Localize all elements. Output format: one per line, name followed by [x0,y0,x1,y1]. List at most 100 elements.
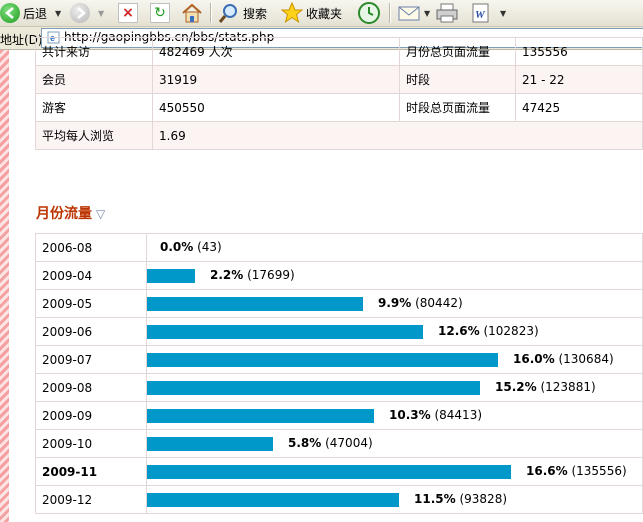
section-title[interactable]: 月份流量 ▽ [36,203,105,223]
bar-count: (102823) [483,324,539,338]
bar-percent: 10.3% [389,408,431,422]
bar-data-label: 2.2% (17699) [210,268,295,282]
forward-dropdown-icon[interactable]: ▼ [98,9,104,18]
star-icon [281,2,303,24]
back-button[interactable]: 后退 ▼ [0,0,61,26]
table-row: 2009-05 9.9% (80442) [35,289,643,318]
table-row: 平均每人浏览 1.69 [35,121,643,150]
month-label: 2009-11 [35,457,147,486]
collapse-triangle-icon[interactable]: ▽ [96,207,105,221]
traffic-bar [147,269,195,283]
bar-percent: 0.0% [160,240,194,254]
printer-icon [436,3,458,23]
bar-count: (135556) [571,464,627,478]
table-row: 会员 31919 时段 21 - 22 [35,65,643,94]
stats-value: 21 - 22 [515,65,643,94]
table-row: 2009-07 16.0% (130684) [35,345,643,374]
history-icon [358,2,380,24]
bar-percent: 11.5% [414,492,456,506]
bar-cell: 15.2% (123881) [146,373,643,402]
month-label: 2009-09 [35,401,147,430]
favorites-button[interactable]: 收藏夹 [281,0,342,26]
bar-data-label: 10.3% (84413) [389,408,482,422]
bar-data-label: 12.6% (102823) [438,324,539,338]
stats-key: 游客 [35,93,153,122]
bar-data-label: 5.8% (47004) [288,436,373,450]
bar-count: (80442) [415,296,463,310]
edit-dropdown-icon[interactable]: ▼ [500,9,506,18]
edit-button[interactable]: W ▼ [470,0,506,26]
bar-cell: 10.3% (84413) [146,401,643,430]
stats-key: 时段总页面流量 [399,93,516,122]
forward-button[interactable]: ▼ [70,0,104,26]
stats-value: 47425 [515,93,643,122]
stats-key: 时段 [399,65,516,94]
mail-dropdown-icon[interactable]: ▼ [424,9,430,18]
stats-key: 会员 [35,65,153,94]
table-row: 2009-04 2.2% (17699) [35,261,643,290]
print-button[interactable] [435,0,459,26]
stop-button[interactable]: × [118,0,138,26]
back-dropdown-icon[interactable]: ▼ [55,9,61,18]
bar-data-label: 16.0% (130684) [513,352,614,366]
refresh-button[interactable]: ↻ [150,0,170,26]
mail-icon [398,6,420,21]
page-content: 共计来访 482469 人次 月份总页面流量 135556 会员 31919 时… [0,37,643,522]
search-label: 搜索 [243,6,268,21]
traffic-bar [147,493,399,507]
bar-count: (93828) [459,492,508,506]
monthly-traffic-table: 2006-08 0.0% (43) 2009-04 2.2% (17699) 2009-… [35,233,643,514]
history-button[interactable] [357,0,381,26]
browser-toolbar: 后退 ▼ ▼ × ↻ 搜索 收藏夹 ▼ W ▼ [0,0,643,27]
bar-cell: 0.0% (43) [146,233,643,262]
month-label: 2009-08 [35,373,147,402]
favorites-label: 收藏夹 [306,6,343,21]
bar-cell: 5.8% (47004) [146,429,643,458]
stats-value: 31919 [152,65,400,94]
bar-cell: 9.9% (80442) [146,289,643,318]
month-label: 2009-07 [35,345,147,374]
month-label: 2006-08 [35,233,147,262]
bar-percent: 5.8% [288,436,322,450]
bar-percent: 2.2% [210,268,244,282]
traffic-bar [147,353,498,367]
stats-value: 135556 [515,37,643,66]
table-row: 2009-11 16.6% (135556) [35,457,643,486]
svg-text:W: W [475,9,486,21]
bar-cell: 12.6% (102823) [146,317,643,346]
bar-count: (43) [197,240,222,254]
table-row: 共计来访 482469 人次 月份总页面流量 135556 [35,37,643,66]
bar-percent: 15.2% [495,380,537,394]
bar-percent: 16.6% [526,464,568,478]
word-doc-icon: W [472,3,489,23]
month-label: 2009-04 [35,261,147,290]
traffic-bar [147,325,423,339]
mail-button[interactable]: ▼ [398,0,430,26]
refresh-icon: ↻ [150,3,170,23]
bar-cell: 2.2% (17699) [146,261,643,290]
traffic-bar [147,409,374,423]
bar-percent: 9.9% [378,296,412,310]
forward-arrow-icon [70,3,90,23]
bar-count: (47004) [325,436,373,450]
back-arrow-icon [0,3,20,23]
month-label: 2009-05 [35,289,147,318]
traffic-bar [147,465,511,479]
month-label: 2009-10 [35,429,147,458]
traffic-bar [147,297,363,311]
stats-value: 1.69 [152,121,643,150]
table-row: 2009-06 12.6% (102823) [35,317,643,346]
table-row: 游客 450550 时段总页面流量 47425 [35,93,643,122]
bar-count: (123881) [540,380,596,394]
stats-key: 平均每人浏览 [35,121,153,150]
table-row: 2009-12 11.5% (93828) [35,485,643,514]
bar-data-label: 11.5% (93828) [414,492,507,506]
table-row: 2006-08 0.0% (43) [35,233,643,262]
bar-percent: 16.0% [513,352,555,366]
stats-table: 共计来访 482469 人次 月份总页面流量 135556 会员 31919 时… [35,37,643,150]
home-icon [182,3,202,23]
search-button[interactable]: 搜索 [218,0,267,26]
home-button[interactable] [180,0,204,26]
bar-cell: 11.5% (93828) [146,485,643,514]
bar-cell: 16.0% (130684) [146,345,643,374]
